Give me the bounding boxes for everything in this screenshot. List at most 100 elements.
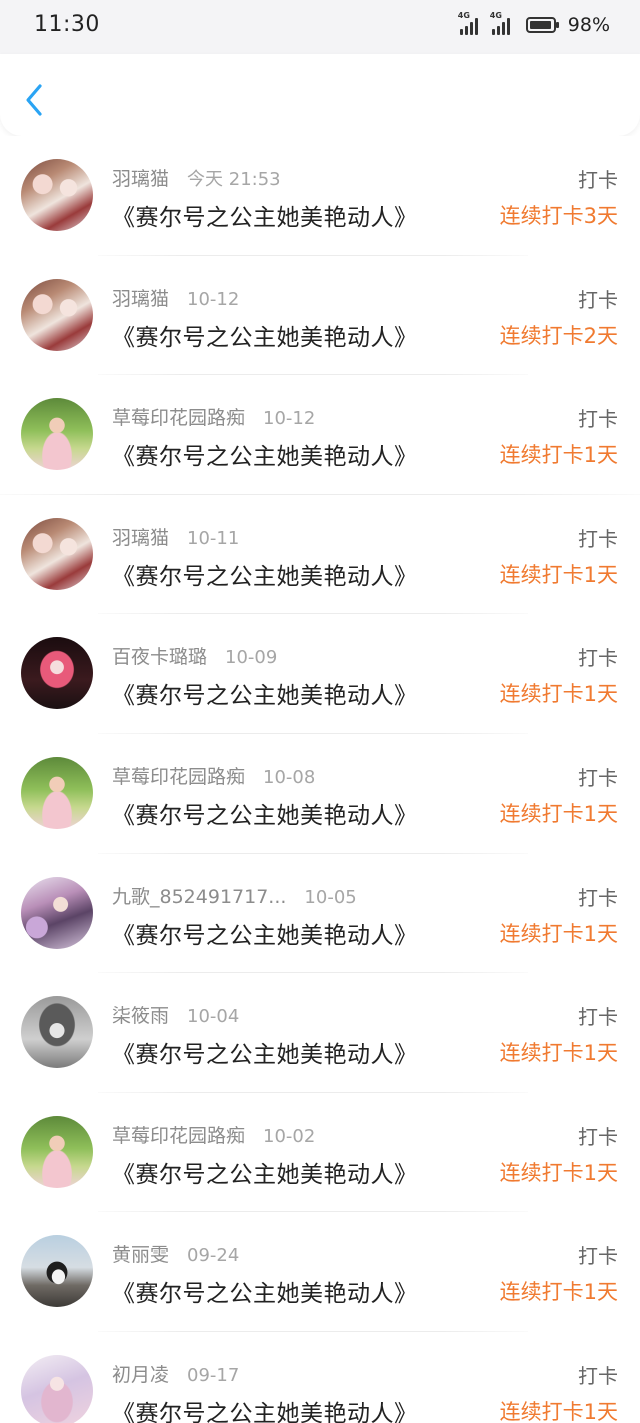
post-date: 10-11	[187, 527, 240, 549]
post-date: 10-08	[263, 766, 316, 788]
book-title[interactable]: 《赛尔号之公主她美艳动人》	[112, 916, 418, 950]
list-item[interactable]: 柒筱雨 10-04 《赛尔号之公主她美艳动人》 打卡 连续打卡1天	[0, 973, 640, 1093]
book-title[interactable]: 《赛尔号之公主她美艳动人》	[112, 318, 418, 352]
book-title[interactable]: 《赛尔号之公主她美艳动人》	[112, 1155, 418, 1189]
avatar-pink-hair-anime[interactable]	[21, 637, 93, 710]
battery-icon	[525, 17, 559, 33]
item-meta: 草莓印花园路痴 10-02	[112, 1121, 315, 1148]
user-name[interactable]: 草莓印花园路痴	[112, 1121, 245, 1148]
streak-label: 连续打卡1天	[499, 801, 618, 826]
item-meta: 柒筱雨 10-04	[112, 1001, 239, 1028]
streak-label: 连续打卡1天	[499, 1160, 618, 1185]
user-name[interactable]: 羽璃猫	[112, 284, 169, 311]
list-item[interactable]: 羽璃猫 今天 21:53 《赛尔号之公主她美艳动人》 打卡 连续打卡3天	[0, 136, 640, 256]
book-title[interactable]: 《赛尔号之公主她美艳动人》	[112, 1274, 418, 1308]
checkin-label: 打卡	[578, 287, 618, 312]
post-date: 10-12	[263, 408, 316, 430]
item-meta: 黄丽雯 09-24	[112, 1240, 239, 1267]
list-item[interactable]: 九歌_852491717... 10-05 《赛尔号之公主她美艳动人》 打卡 连…	[0, 854, 640, 974]
book-title[interactable]: 《赛尔号之公主她美艳动人》	[112, 198, 418, 232]
list-item[interactable]: 草莓印花园路痴 10-02 《赛尔号之公主她美艳动人》 打卡 连续打卡1天	[0, 1093, 640, 1213]
back-button[interactable]	[20, 80, 52, 120]
checkin-label: 打卡	[578, 1244, 618, 1269]
user-name[interactable]: 羽璃猫	[112, 523, 169, 550]
post-date: 09-17	[187, 1364, 240, 1386]
post-date: 10-02	[263, 1125, 316, 1147]
list-item[interactable]: 初月凌 09-17 《赛尔号之公主她美艳动人》 打卡 连续打卡1天	[0, 1332, 640, 1423]
book-title[interactable]: 《赛尔号之公主她美艳动人》	[112, 1394, 418, 1423]
checkin-label: 打卡	[578, 407, 618, 432]
avatar-anime-girl-flowers[interactable]	[21, 876, 93, 949]
item-meta: 羽璃猫 10-11	[112, 523, 239, 550]
post-date: 10-05	[304, 886, 357, 908]
streak-label: 连续打卡1天	[499, 1041, 618, 1066]
user-name[interactable]: 九歌_852491717...	[112, 882, 286, 909]
checkin-label: 打卡	[578, 526, 618, 551]
list-item[interactable]: 草莓印花园路痴 10-08 《赛尔号之公主她美艳动人》 打卡 连续打卡1天	[0, 734, 640, 854]
user-name[interactable]: 百夜卡璐璐	[112, 642, 207, 669]
checkin-label: 打卡	[578, 1005, 618, 1030]
book-title[interactable]: 《赛尔号之公主她美艳动人》	[112, 437, 418, 471]
network-type-label: 4G	[457, 11, 470, 20]
item-meta: 初月凌 09-17	[112, 1360, 239, 1387]
streak-label: 连续打卡1天	[499, 443, 618, 468]
avatar-anime-girls-umbrella[interactable]	[21, 517, 93, 590]
user-name[interactable]: 草莓印花园路痴	[112, 403, 245, 430]
book-title[interactable]: 《赛尔号之公主她美艳动人》	[112, 557, 418, 591]
streak-label: 连续打卡1天	[499, 562, 618, 587]
list-item[interactable]: 百夜卡璐璐 10-09 《赛尔号之公主她美艳动人》 打卡 连续打卡1天	[0, 614, 640, 734]
item-meta: 草莓印花园路痴 10-12	[112, 403, 315, 430]
item-meta: 草莓印花园路痴 10-08	[112, 762, 315, 789]
user-name[interactable]: 草莓印花园路痴	[112, 762, 245, 789]
chevron-left-icon	[26, 84, 42, 116]
nav-bar	[0, 54, 640, 136]
streak-label: 连续打卡1天	[499, 1280, 618, 1305]
list-item[interactable]: 黄丽雯 09-24 《赛尔号之公主她美艳动人》 打卡 连续打卡1天	[0, 1212, 640, 1332]
book-title[interactable]: 《赛尔号之公主她美艳动人》	[112, 1035, 418, 1069]
status-time: 11:30	[34, 12, 100, 37]
checkin-label: 打卡	[578, 1124, 618, 1149]
list-item[interactable]: 草莓印花园路痴 10-12 《赛尔号之公主她美艳动人》 打卡 连续打卡1天	[0, 375, 640, 495]
checkin-label: 打卡	[578, 765, 618, 790]
book-title[interactable]: 《赛尔号之公主她美艳动人》	[112, 796, 418, 830]
item-meta: 羽璃猫 今天 21:53	[112, 164, 281, 191]
user-name[interactable]: 羽璃猫	[112, 164, 169, 191]
checkin-label: 打卡	[578, 168, 618, 192]
avatar-monochrome-anime[interactable]	[21, 996, 93, 1069]
list-item[interactable]: 羽璃猫 10-12 《赛尔号之公主她美艳动人》 打卡 连续打卡2天	[0, 256, 640, 376]
post-date: 10-12	[187, 288, 240, 310]
user-name[interactable]: 初月凌	[112, 1360, 169, 1387]
post-date: 10-09	[225, 647, 278, 669]
avatar-girl-in-garden[interactable]	[21, 756, 93, 829]
status-icons: 4G 4G 98%	[458, 11, 610, 36]
checkin-label: 打卡	[578, 646, 618, 671]
item-meta: 羽璃猫 10-12	[112, 284, 239, 311]
avatar-anime-girl-pastel[interactable]	[21, 1354, 93, 1423]
book-title[interactable]: 《赛尔号之公主她美艳动人》	[112, 676, 418, 710]
post-date: 今天 21:53	[187, 169, 281, 190]
post-date: 09-24	[187, 1245, 240, 1267]
signal-icon: 4G	[490, 11, 510, 35]
streak-label: 连续打卡1天	[499, 1399, 618, 1423]
network-type-label: 4G	[489, 11, 502, 20]
avatar-girl-in-garden[interactable]	[21, 398, 93, 471]
battery-level	[529, 21, 552, 29]
streak-label: 连续打卡2天	[499, 323, 618, 348]
checkin-label: 打卡	[578, 885, 618, 910]
avatar-penguin[interactable]	[21, 1235, 93, 1308]
streak-label: 连续打卡3天	[499, 204, 618, 228]
page: 11:30 4G 4G 98% 羽璃猫 今天 21:53 《赛尔号之公主她美艳动…	[0, 0, 640, 1423]
avatar-girl-in-garden[interactable]	[21, 1115, 93, 1188]
user-name[interactable]: 黄丽雯	[112, 1240, 169, 1267]
avatar-anime-girls-umbrella[interactable]	[21, 159, 93, 231]
checkin-label: 打卡	[578, 1363, 618, 1388]
post-date: 10-04	[187, 1006, 240, 1028]
list-item[interactable]: 羽璃猫 10-11 《赛尔号之公主她美艳动人》 打卡 连续打卡1天	[0, 495, 640, 615]
signal-icon: 4G	[458, 11, 478, 35]
checkin-list: 羽璃猫 今天 21:53 《赛尔号之公主她美艳动人》 打卡 连续打卡3天 羽璃猫…	[0, 136, 640, 1423]
item-meta: 百夜卡璐璐 10-09	[112, 642, 277, 669]
user-name[interactable]: 柒筱雨	[112, 1001, 169, 1028]
battery-percentage: 98%	[567, 14, 610, 36]
avatar-anime-girls-umbrella[interactable]	[21, 278, 93, 351]
item-meta: 九歌_852491717... 10-05	[112, 882, 357, 909]
